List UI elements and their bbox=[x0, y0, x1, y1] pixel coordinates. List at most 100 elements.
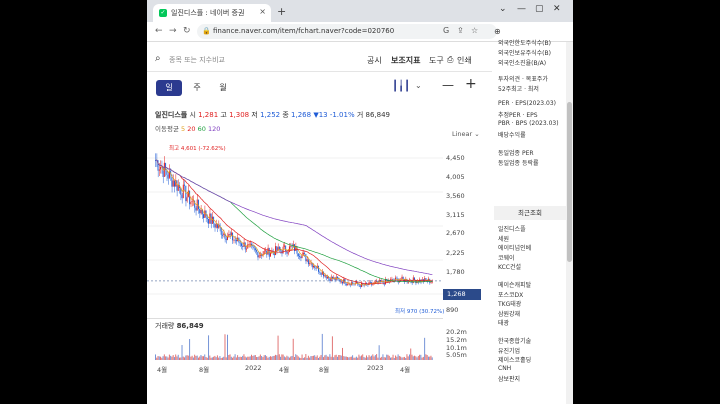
print-icon[interactable]: ⎙ bbox=[447, 55, 453, 65]
candle bbox=[184, 184, 186, 186]
volume-bar bbox=[430, 355, 432, 360]
maximize-icon[interactable]: ▢ bbox=[535, 4, 544, 14]
scale-selector[interactable]: Linear ⌄ bbox=[452, 130, 480, 138]
volume-bar bbox=[156, 357, 158, 360]
recent-stock-link[interactable]: 메이슨캐피탈 bbox=[498, 280, 531, 289]
moving-average-line bbox=[155, 159, 433, 276]
search-input[interactable]: 종목 또는 지수비교 bbox=[169, 55, 225, 65]
period-week-button[interactable]: 주 bbox=[184, 80, 210, 96]
zoom-in-icon[interactable]: + bbox=[465, 76, 477, 92]
recent-stock-link[interactable]: 포스코DX bbox=[498, 290, 523, 299]
close-label: 종 bbox=[282, 111, 289, 119]
volume-bar bbox=[310, 356, 312, 360]
volume-bar bbox=[383, 357, 385, 360]
notice-link[interactable]: 공시 bbox=[367, 55, 382, 66]
bookmark-star-icon[interactable]: ☆ bbox=[471, 26, 478, 35]
date-tick-label: 8월 bbox=[319, 366, 330, 374]
volume-bar bbox=[405, 357, 407, 360]
volume-bar bbox=[216, 355, 218, 360]
volume-bar bbox=[161, 357, 163, 360]
volume-bar bbox=[364, 357, 366, 360]
low-annotation: 최저 970 (30.72%) bbox=[395, 309, 445, 315]
page-scrollbar[interactable] bbox=[566, 42, 573, 404]
recent-stock-link[interactable]: 유진기업 bbox=[498, 346, 520, 355]
volume-bar bbox=[166, 356, 168, 360]
volume-bar bbox=[170, 355, 172, 360]
volume-bar bbox=[194, 354, 196, 360]
recent-stock-link[interactable]: 세원 bbox=[498, 234, 509, 243]
zoom-out-icon[interactable]: — bbox=[442, 78, 454, 92]
tools-link[interactable]: 도구 bbox=[429, 55, 444, 66]
volume-bar bbox=[362, 354, 364, 360]
candle bbox=[208, 218, 210, 224]
candle bbox=[245, 248, 247, 250]
recent-stock-link[interactable]: TKG태광 bbox=[498, 299, 521, 308]
volume-bar bbox=[239, 356, 241, 360]
stock-info-panel: 외국인한도주식수(B) 외국인보유주식수(B) 외국인소진율(B/A) 투자의견 · … bbox=[494, 30, 566, 404]
indicator-link[interactable]: 보조지표 bbox=[391, 55, 420, 66]
recent-stock-link[interactable]: 일진디스플 bbox=[498, 224, 526, 233]
ma20-label: 20 bbox=[187, 125, 196, 133]
candle bbox=[342, 281, 343, 284]
volume-bar bbox=[253, 355, 255, 360]
high-annotation: 최고 4,601 (-72.62%) bbox=[169, 146, 226, 152]
minimize-icon[interactable]: — bbox=[517, 4, 526, 14]
change-value: ▼13 -1.01% bbox=[313, 111, 355, 119]
tab-close-icon[interactable]: × bbox=[259, 7, 266, 16]
volume-bar bbox=[412, 356, 414, 360]
recent-stock-link[interactable]: 제이스코홀딩 bbox=[498, 355, 531, 364]
candle bbox=[204, 210, 206, 218]
reload-icon[interactable]: ↻ bbox=[183, 26, 191, 36]
volume-bar bbox=[342, 347, 343, 360]
volume-bar bbox=[373, 356, 375, 360]
candle bbox=[239, 242, 241, 244]
forward-icon[interactable]: → bbox=[169, 26, 177, 36]
volume-bar bbox=[269, 356, 271, 360]
chevron-down-icon[interactable]: ⌄ bbox=[415, 81, 422, 90]
volume-bar bbox=[427, 356, 429, 360]
candle bbox=[402, 276, 404, 279]
back-icon[interactable]: ← bbox=[155, 26, 163, 36]
candle bbox=[233, 239, 235, 241]
recent-stock-link[interactable]: 한국종합기술 bbox=[498, 336, 531, 345]
url-input[interactable]: 🔒 finance.naver.com/item/fchart.naver?co… bbox=[197, 24, 497, 39]
volume-bar bbox=[372, 354, 374, 360]
volume-tick-label: 20.2m bbox=[446, 328, 467, 336]
tab-title: 일진디스플 : 네이버 증권 bbox=[171, 9, 245, 17]
print-link[interactable]: 인쇄 bbox=[457, 55, 472, 66]
candle-type-icon[interactable]: ┃╽┃ bbox=[392, 81, 410, 92]
ma120-label: 120 bbox=[207, 125, 221, 133]
volume-bar bbox=[223, 356, 225, 360]
period-month-button[interactable]: 월 bbox=[210, 80, 236, 96]
browser-tab[interactable]: ✓ 일진디스플 : 네이버 증권 × bbox=[153, 4, 271, 22]
new-tab-button[interactable]: + bbox=[277, 5, 286, 18]
recent-stock-link[interactable]: CNH bbox=[498, 365, 511, 372]
candle bbox=[211, 216, 213, 224]
info-row: 외국인보유주식수(B) bbox=[498, 50, 551, 57]
google-icon[interactable]: G bbox=[443, 26, 449, 35]
candle bbox=[306, 259, 308, 262]
recent-stock-link[interactable]: 삼원강재 bbox=[498, 309, 520, 318]
price-chart[interactable] bbox=[147, 138, 443, 318]
volume-bar bbox=[340, 355, 342, 360]
share-icon[interactable]: ⇪ bbox=[457, 26, 464, 35]
scrollbar-thumb[interactable] bbox=[567, 102, 572, 262]
volume-bar bbox=[320, 354, 322, 360]
volume-bar bbox=[221, 357, 223, 360]
window-close-icon[interactable]: ✕ bbox=[553, 4, 561, 14]
recent-stock-link[interactable]: 삼보판지 bbox=[498, 374, 520, 383]
volume-bar bbox=[400, 356, 402, 360]
recent-stock-link[interactable]: 코웨이 bbox=[498, 253, 515, 262]
chevron-down-icon[interactable]: ⌄ bbox=[499, 4, 507, 14]
candle bbox=[278, 246, 280, 250]
volume-bar bbox=[360, 355, 362, 360]
recent-stock-link[interactable]: 에이티넘인베 bbox=[498, 243, 531, 252]
volume-bar bbox=[407, 356, 409, 360]
volume-chart[interactable] bbox=[147, 330, 443, 360]
volume-bar bbox=[348, 357, 350, 360]
recent-stock-link[interactable]: KCC건설 bbox=[498, 262, 521, 271]
volume-tick-label: 5.05m bbox=[446, 351, 467, 359]
period-day-button[interactable]: 일 bbox=[156, 80, 182, 96]
extension-icon[interactable]: ⊕ bbox=[494, 27, 501, 36]
recent-stock-link[interactable]: 태광 bbox=[498, 318, 509, 327]
